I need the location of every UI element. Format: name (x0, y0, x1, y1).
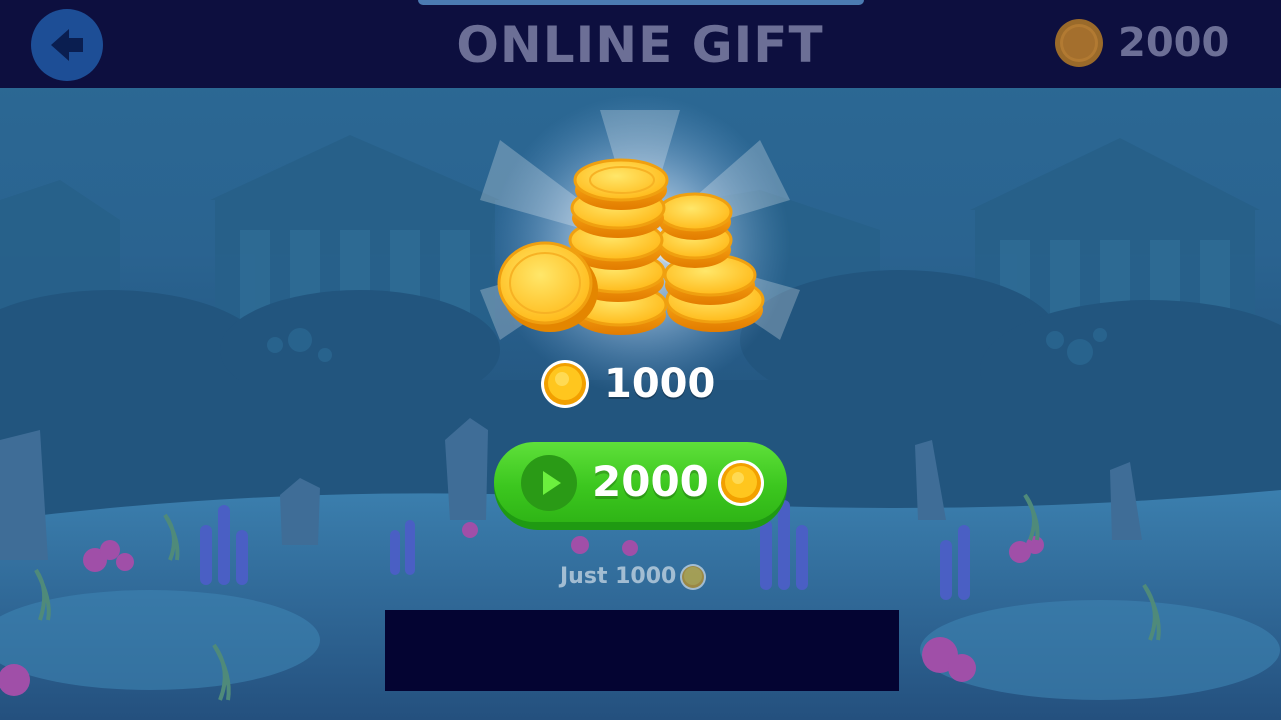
back-button[interactable] (31, 9, 103, 81)
reward-amount: 1000 (540, 358, 715, 410)
coin-icon (680, 564, 707, 590)
claim-button-face: 2000 (494, 442, 787, 522)
top-tab-strip (418, 0, 864, 5)
page-title: ONLINE GIFT (456, 16, 824, 74)
coin-icon (1055, 19, 1103, 67)
arrow-left-icon (51, 29, 83, 61)
claim-button[interactable]: 2000 (494, 442, 787, 530)
reward-value: 1000 (604, 361, 716, 407)
play-icon (521, 455, 577, 511)
balance-amount: 2000 (1118, 20, 1230, 66)
coin-icon (541, 360, 589, 408)
ad-banner-placeholder[interactable] (385, 610, 899, 691)
note-label: Just 1000 (560, 564, 677, 589)
note-text: Just 1000 (560, 562, 707, 592)
play-triangle (543, 471, 561, 495)
coin-pile-image (497, 158, 765, 335)
coin-balance: 2000 (1054, 18, 1229, 68)
coin-icon (718, 460, 764, 506)
claim-price: 2000 (592, 457, 709, 506)
